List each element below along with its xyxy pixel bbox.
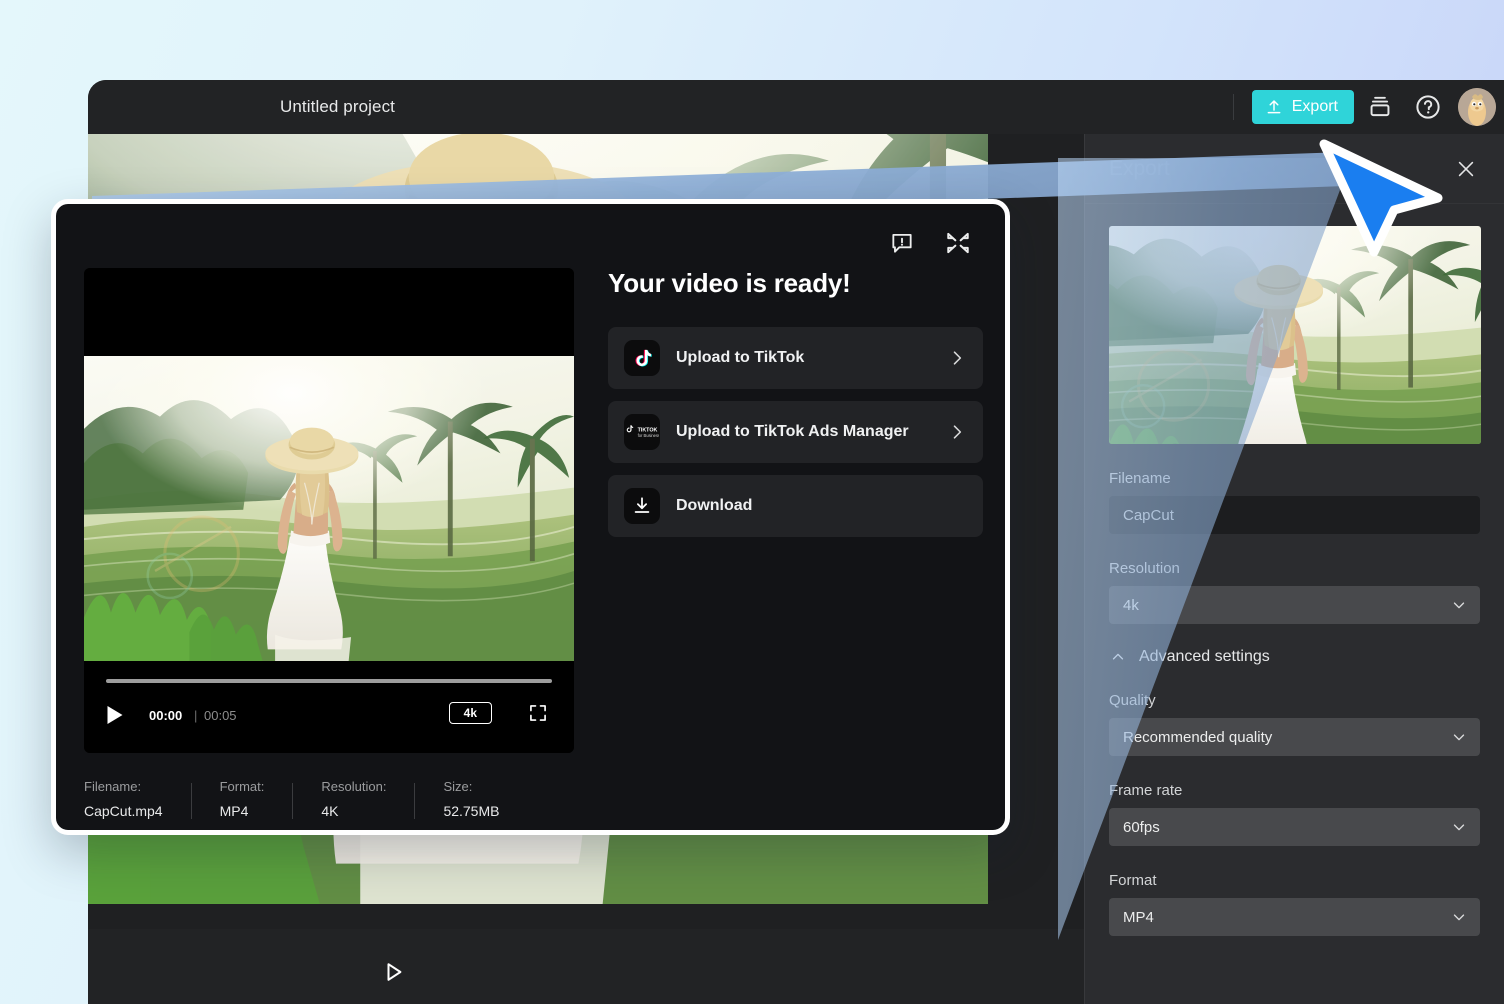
video-player: 00:00 | 00:05 4k	[84, 268, 574, 753]
export-button[interactable]: Export	[1251, 90, 1354, 124]
tiktok-ads-icon: TIKTOK for Business	[624, 414, 660, 450]
download-icon	[624, 488, 660, 524]
chevron-down-icon	[1453, 824, 1465, 831]
quality-value: Recommended quality	[1123, 728, 1273, 746]
meta-item: Resolution: 4K	[321, 779, 414, 819]
meta-key: Format:	[219, 779, 265, 794]
toolbar-divider	[1232, 94, 1234, 120]
resolution-value: 4k	[1123, 596, 1139, 614]
app-topbar: Untitled project Export	[88, 80, 1504, 134]
format-select[interactable]: MP4	[1109, 898, 1480, 936]
page-title: Your video is ready!	[608, 268, 851, 298]
quality-label: Quality	[1109, 692, 1156, 709]
action-label: Download	[676, 497, 753, 514]
advanced-settings-label: Advanced settings	[1139, 648, 1270, 665]
meta-divider	[292, 783, 294, 819]
avatar[interactable]	[1458, 88, 1496, 126]
meta-item: Size: 52.75MB	[443, 779, 527, 819]
format-label: Format	[1109, 872, 1157, 889]
chevron-down-icon	[1453, 734, 1465, 741]
export-settings-panel: Export Filename CapCut Resolution 4k Adv…	[1084, 134, 1504, 1004]
meta-value: 4K	[321, 803, 339, 819]
video-progress-bar[interactable]	[106, 679, 552, 683]
resolution-label: Resolution	[1109, 560, 1180, 577]
advanced-settings-toggle[interactable]: Advanced settings	[1109, 648, 1480, 666]
meta-value: 52.75MB	[443, 803, 500, 819]
meta-item: Format: MP4	[220, 779, 293, 819]
action-label: Upload to TikTok Ads Manager	[676, 423, 909, 440]
chevron-right-icon	[953, 425, 962, 439]
format-value: MP4	[1123, 908, 1154, 926]
upload-to-tiktok-button[interactable]: Upload to TikTok	[608, 327, 983, 389]
close-icon[interactable]	[1450, 153, 1482, 185]
play-outline-icon[interactable]	[383, 961, 405, 983]
filename-input[interactable]: CapCut	[1109, 496, 1480, 534]
export-panel-title: Export	[1109, 156, 1170, 180]
quality-select[interactable]: Recommended quality	[1109, 718, 1480, 756]
meta-key: Filename:	[84, 779, 142, 794]
meta-divider	[190, 783, 192, 819]
fullscreen-icon[interactable]	[528, 703, 548, 723]
export-preview-thumbnail	[1109, 226, 1481, 444]
frame-rate-select[interactable]: 60fps	[1109, 808, 1480, 846]
chevron-up-icon	[1112, 653, 1124, 660]
collapse-arrows-icon[interactable]	[943, 228, 973, 258]
topbar-actions: Export	[1232, 80, 1496, 134]
filename-label: Filename	[1109, 470, 1171, 487]
meta-key: Size:	[443, 779, 473, 794]
play-icon[interactable]	[106, 705, 124, 725]
chevron-right-icon	[953, 351, 962, 365]
export-complete-modal: 00:00 | 00:05 4k Filename: CapCut.mp4 Fo…	[51, 199, 1010, 835]
action-label: Upload to TikTok	[676, 349, 805, 366]
frame-rate-label: Frame rate	[1109, 782, 1183, 799]
feedback-bubble-icon[interactable]	[887, 228, 917, 258]
time-separator: |	[194, 708, 198, 723]
video-controls: 00:00 | 00:05 4k	[84, 661, 574, 753]
current-time: 00:00	[149, 708, 183, 723]
download-button[interactable]: Download	[608, 475, 983, 537]
export-actions-column: Your video is ready! Upload to TikTok TI…	[608, 268, 983, 549]
export-button-label: Export	[1291, 98, 1338, 115]
layers-icon[interactable]	[1358, 85, 1402, 129]
upload-to-tiktok-ads-manager-button[interactable]: TIKTOK for Business Upload to TikTok Ads…	[608, 401, 983, 463]
quality-badge[interactable]: 4k	[448, 702, 492, 724]
video-surface[interactable]	[84, 268, 574, 661]
project-title[interactable]: Untitled project	[280, 97, 395, 117]
frame-rate-value: 60fps	[1123, 818, 1160, 836]
export-file-meta: Filename: CapCut.mp4 Format: MP4 Resolut…	[84, 779, 527, 819]
meta-divider	[414, 783, 416, 819]
export-panel-body: Filename CapCut Resolution 4k Advanced s…	[1085, 204, 1504, 936]
meta-item: Filename: CapCut.mp4	[84, 779, 191, 819]
filename-value: CapCut	[1123, 506, 1174, 524]
svg-text:for Business: for Business	[638, 433, 659, 438]
modal-top-icons	[887, 228, 973, 258]
total-time: 00:05	[204, 708, 237, 723]
help-circle-icon[interactable]	[1406, 85, 1450, 129]
tiktok-icon	[624, 340, 660, 376]
meta-value: MP4	[219, 803, 249, 819]
meta-key: Resolution:	[321, 779, 387, 794]
resolution-select[interactable]: 4k	[1109, 586, 1480, 624]
chevron-down-icon	[1453, 914, 1465, 921]
upload-icon	[1267, 100, 1281, 114]
chevron-down-icon	[1453, 602, 1465, 609]
export-panel-header: Export	[1085, 134, 1504, 204]
meta-value: CapCut.mp4	[84, 803, 163, 819]
